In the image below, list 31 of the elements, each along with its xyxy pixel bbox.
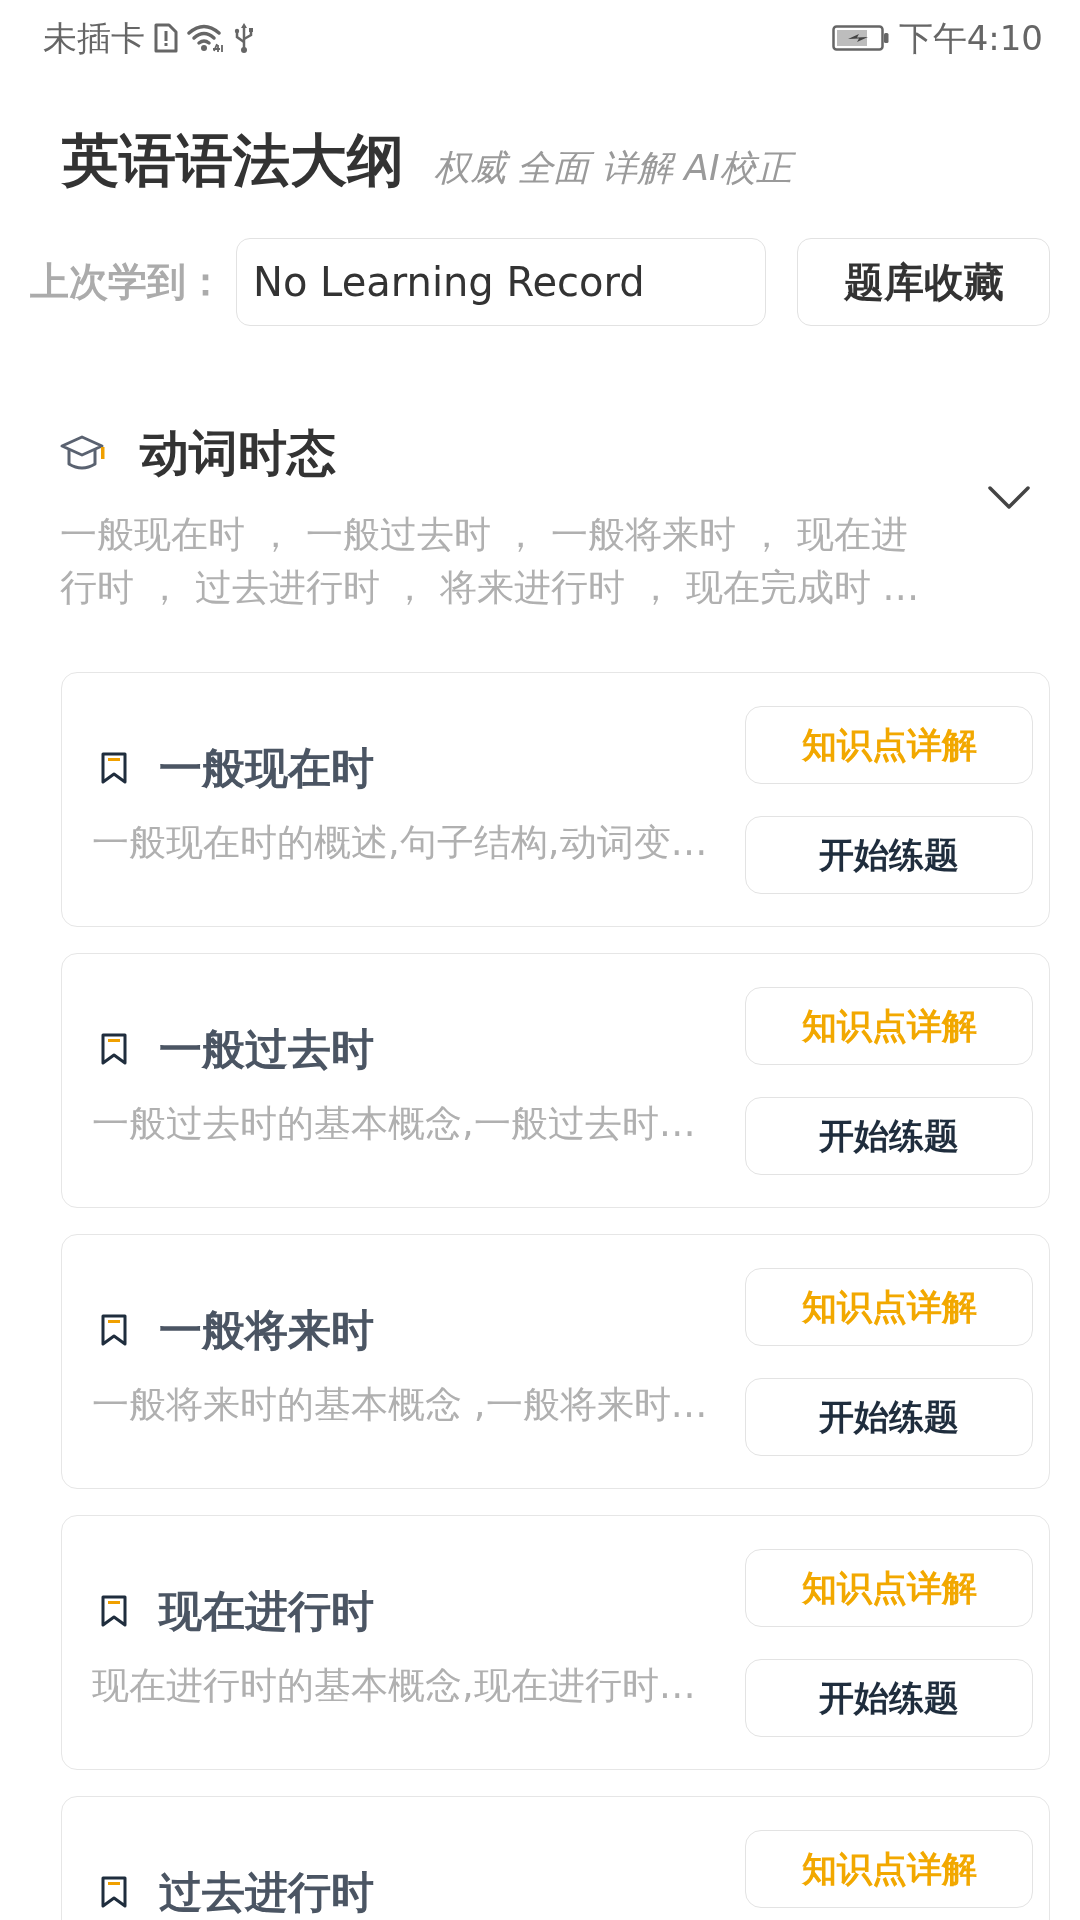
bookmark-icon — [99, 1314, 129, 1346]
question-bank-favorites-button[interactable]: 题库收藏 — [797, 238, 1050, 326]
wifi-icon — [187, 22, 225, 53]
last-learned-label: 上次学到： — [30, 258, 226, 306]
bookmark-icon — [99, 1876, 129, 1908]
lesson-description: 一般过去时的基本概念,一般过去时… — [92, 1101, 697, 1147]
section-summary: 一般现在时 ， 一般过去时 ， 一般将来时 ， 现在进行时 ， 过去进行时 ， 将来进行时 ， 现在完成时 … — [60, 512, 921, 611]
page-title: 英语语法大纲 — [62, 126, 404, 194]
sim-alert-icon — [154, 22, 178, 53]
chevron-icon[interactable] — [987, 485, 1031, 511]
lesson-description: 现在进行时的基本概念,现在进行时… — [92, 1663, 697, 1709]
start-practice-button[interactable]: 开始练题 — [745, 1659, 1033, 1737]
lesson-title: 一般现在时 — [159, 742, 374, 794]
carrier-status: 未插卡 — [43, 17, 145, 58]
status-time: 下午4:10 — [898, 17, 1043, 58]
battery-charging-icon — [831, 23, 890, 52]
start-practice-button[interactable]: 开始练题 — [745, 1097, 1033, 1175]
lesson-title: 一般将来时 — [159, 1304, 374, 1356]
lesson-title: 过去进行时 — [159, 1866, 374, 1918]
lesson-description: 一般现在时的概述,句子结构,动词变… — [92, 820, 709, 866]
usb-icon — [234, 21, 254, 54]
bookmark-icon — [99, 1033, 129, 1065]
start-practice-button[interactable]: 开始练题 — [745, 1378, 1033, 1456]
section-title: 动词时态 — [140, 424, 336, 484]
bookmark-icon — [99, 1595, 129, 1627]
bookmark-icon — [99, 752, 129, 784]
lesson-title: 现在进行时 — [159, 1585, 374, 1637]
start-practice-button[interactable]: 开始练题 — [745, 816, 1033, 894]
last-learned-field[interactable]: No Learning Record — [236, 238, 766, 326]
lesson-title: 一般过去时 — [159, 1023, 374, 1075]
lesson-description: 一般将来时的基本概念 ,一般将来时… — [92, 1382, 709, 1428]
